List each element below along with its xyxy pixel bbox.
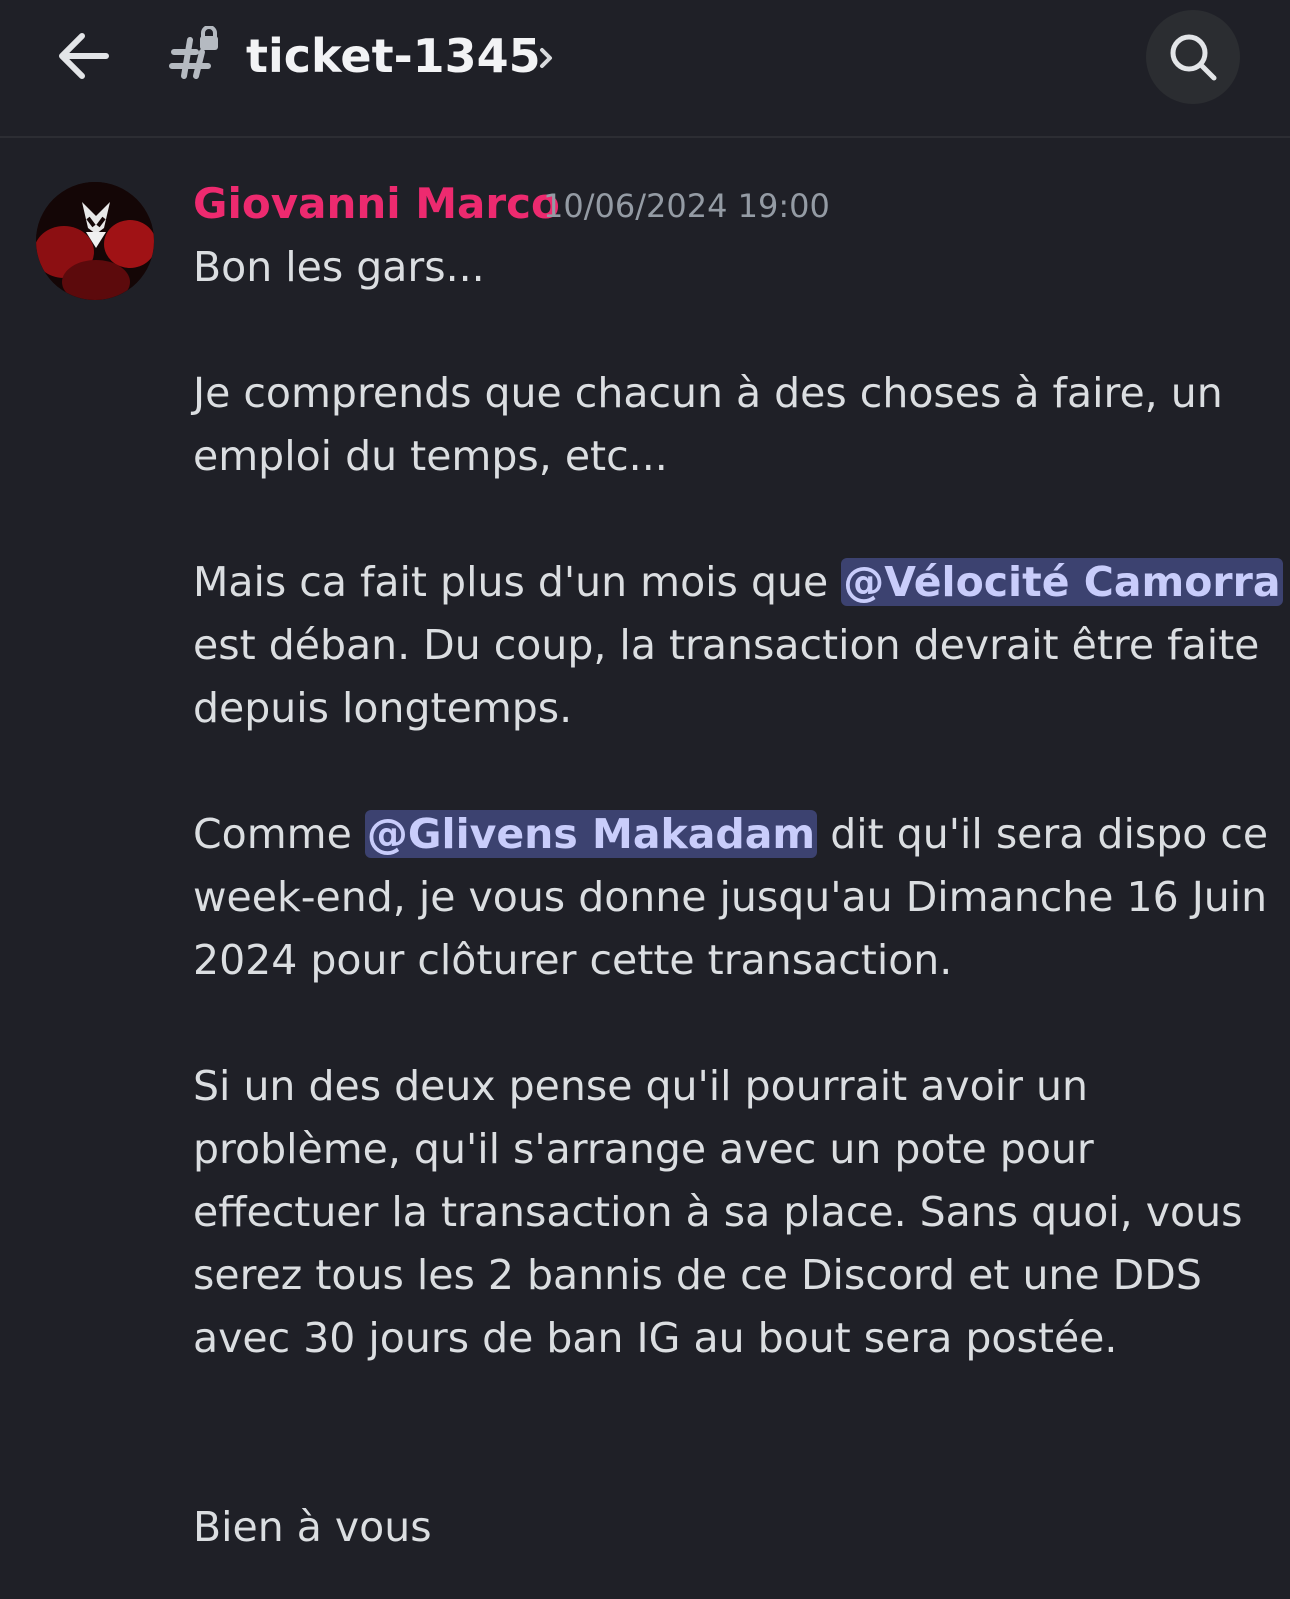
user-mention[interactable]: @Glivens Makadam: [364, 810, 818, 858]
back-arrow-icon[interactable]: [52, 24, 116, 88]
chevron-right-icon[interactable]: [536, 44, 558, 72]
message-line: Bien à vous: [193, 1503, 432, 1551]
avatar[interactable]: [36, 182, 154, 300]
message-line: depuis longtemps.: [193, 684, 573, 732]
channel-title[interactable]: ticket-1345: [246, 26, 541, 86]
message-author[interactable]: Giovanni Marco: [193, 176, 560, 232]
message-line: Si un des deux pense qu'il pourrait avoi…: [193, 1062, 1089, 1110]
message-line: 2024 pour clôturer cette transaction.: [193, 936, 953, 984]
message-line: week-end, je vous donne jusqu'au Dimanch…: [193, 873, 1268, 921]
message-line: est déban. Du coup, la transaction devra…: [193, 621, 1260, 669]
message-line: Mais ca fait plus d'un mois que @Vélocit…: [193, 551, 1283, 614]
message-line: problème, qu'il s'arrange avec un pote p…: [193, 1125, 1094, 1173]
message-line: Comme @Glivens Makadam dit qu'il sera di…: [193, 803, 1268, 866]
message-timestamp: 10/06/2024 19:00: [543, 187, 830, 225]
message-line: avec 30 jours de ban IG au bout sera pos…: [193, 1314, 1118, 1362]
search-button[interactable]: [1146, 10, 1240, 104]
message-line: Je comprends que chacun à des choses à f…: [193, 369, 1223, 417]
message-content: Bon les gars... Je comprends que chacun …: [193, 236, 1283, 1559]
message-line: serez tous les 2 bannis de ce Discord et…: [193, 1251, 1202, 1299]
message-text: dit qu'il sera dispo ce: [817, 810, 1269, 858]
search-icon: [1170, 34, 1217, 81]
user-mention[interactable]: @Vélocité Camorra: [841, 558, 1283, 606]
message-text: Mais ca fait plus d'un mois que: [193, 558, 842, 606]
top-bar: ticket-1345: [0, 0, 1290, 138]
message-line: emploi du temps, etc...: [193, 432, 668, 480]
message-line: Bon les gars...: [193, 243, 485, 291]
message-text: Comme: [193, 810, 365, 858]
channel-hash-icon: [168, 25, 224, 84]
message-line: effectuer la transaction à sa place. San…: [193, 1188, 1243, 1236]
